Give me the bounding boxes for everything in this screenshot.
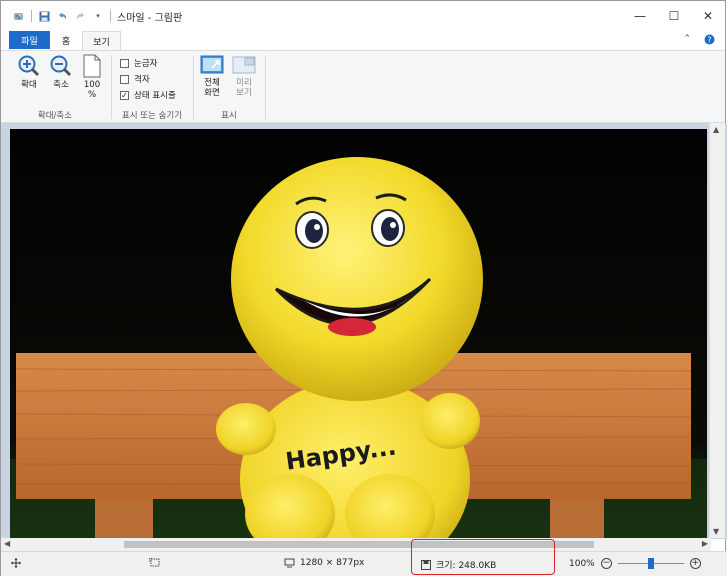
zoom-group: 확대 축소 100 % 확대/축소 (1, 51, 109, 123)
scroll-up-icon[interactable]: ▲ (713, 125, 719, 134)
paint-window: ▾ 스마일 - 그림판 — ☐ ✕ 파일 홈 보기 ⌃ ? 확대 축소 100 … (0, 0, 727, 576)
zoom-slider[interactable] (617, 558, 684, 569)
cursor-position (11, 558, 21, 568)
zoom-in-label: 확대 (21, 80, 37, 90)
gridlines-label: 격자 (134, 75, 150, 85)
ribbon-tabs: 파일 홈 보기 (1, 31, 725, 50)
selection-icon (149, 558, 160, 567)
horizontal-scrollbar[interactable]: ◀ ▶ (1, 538, 711, 551)
paint-app-icon (13, 10, 25, 22)
zoom-out-label: 축소 (53, 80, 69, 90)
rulers-checkbox-box (120, 58, 129, 68)
zoom-slider-knob[interactable] (647, 558, 654, 569)
fullscreen-label-2: 화면 (204, 88, 220, 98)
zoom-group-label: 확대/축소 (37, 111, 73, 121)
zoom-in-button[interactable]: 확대 (15, 54, 43, 90)
customize-toolbar-icon[interactable]: ▾ (92, 10, 104, 22)
quick-access-toolbar: ▾ (13, 10, 111, 22)
zoom-control: 100% − + (569, 558, 701, 569)
redo-icon[interactable] (74, 10, 86, 22)
undo-icon[interactable] (56, 10, 68, 22)
status-bar-checkbox-box: ✓ (120, 90, 129, 100)
toolbar-divider (110, 10, 111, 22)
display-group: 전체 화면 미리 보기 표시 (194, 51, 264, 123)
fullscreen-label-1: 전체 (204, 78, 220, 88)
vertical-scrollbar[interactable]: ▲ ▼ (709, 123, 725, 538)
status-bar-label: 상태 표시줄 (134, 91, 176, 101)
show-hide-group: 눈금자 격자 ✓ 상태 표시줄 표시 또는 숨기기 (112, 51, 192, 123)
toolbar-divider (31, 10, 32, 22)
fullscreen-icon (200, 55, 224, 74)
gridlines-checkbox-box (120, 74, 129, 84)
gridlines-checkbox[interactable]: 격자 (120, 73, 150, 85)
save-icon[interactable] (38, 10, 50, 22)
svg-text:?: ? (707, 36, 711, 45)
window-controls: — ☐ ✕ (623, 1, 725, 31)
collapse-ribbon-icon[interactable]: ⌃ (683, 34, 691, 44)
image-size-icon (284, 558, 295, 568)
help-icon[interactable]: ? (704, 34, 715, 48)
actual-size-label-1: 100 (83, 80, 101, 90)
maximize-button[interactable]: ☐ (657, 1, 691, 31)
thumbnail-label-2: 보기 (236, 88, 252, 98)
zoom-out-icon[interactable]: − (600, 558, 612, 569)
thumbnail-icon (232, 56, 256, 74)
close-button[interactable]: ✕ (691, 1, 725, 31)
zoom-percent: 100% (569, 558, 595, 569)
image-canvas[interactable]: Happy... (10, 129, 707, 541)
tab-view[interactable]: 보기 (82, 31, 121, 50)
image-dimensions-text: 1280 × 877px (300, 558, 365, 568)
status-bar-checkbox[interactable]: ✓ 상태 표시줄 (120, 89, 176, 101)
move-cursor-icon (11, 558, 21, 568)
canvas-area[interactable]: Happy... (1, 123, 727, 541)
tab-file[interactable]: 파일 (9, 31, 50, 49)
display-group-label: 표시 (221, 111, 237, 121)
scroll-down-icon[interactable]: ▼ (713, 527, 719, 536)
scroll-left-icon[interactable]: ◀ (4, 539, 10, 548)
actual-size-button[interactable]: 100 % (80, 54, 104, 100)
title-bar: ▾ 스마일 - 그림판 — ☐ ✕ (1, 1, 725, 31)
ribbon-view: 확대 축소 100 % 확대/축소 눈금자 격자 ✓ 상태 표시줄 표시 또는 … (1, 50, 725, 123)
minimize-button[interactable]: — (623, 1, 657, 31)
thumbnail-label-1: 미리 (236, 78, 252, 88)
selection-size (149, 558, 160, 568)
show-hide-group-label: 표시 또는 숨기기 (121, 111, 183, 121)
thumbnail-button[interactable]: 미리 보기 (230, 54, 258, 98)
group-divider (265, 55, 266, 119)
tab-home[interactable]: 홈 (53, 31, 79, 49)
page-icon (83, 54, 101, 78)
smiley-plush-image: Happy... (10, 129, 707, 541)
rulers-checkbox[interactable]: 눈금자 (120, 57, 157, 69)
file-size-highlight (411, 539, 555, 575)
rulers-label: 눈금자 (134, 59, 158, 69)
status-bar: 1280 × 877px 크기: 248.0KB 100% − + (1, 551, 727, 576)
window-title: 스마일 - 그림판 (117, 12, 183, 24)
zoom-in-icon (18, 55, 40, 77)
zoom-in-icon[interactable]: + (689, 558, 701, 569)
scroll-right-icon[interactable]: ▶ (702, 539, 708, 548)
zoom-out-button[interactable]: 축소 (47, 54, 75, 90)
image-dimensions: 1280 × 877px (284, 558, 364, 568)
zoom-out-icon (50, 55, 72, 77)
fullscreen-button[interactable]: 전체 화면 (198, 54, 226, 98)
actual-size-label-2: % (87, 90, 97, 100)
